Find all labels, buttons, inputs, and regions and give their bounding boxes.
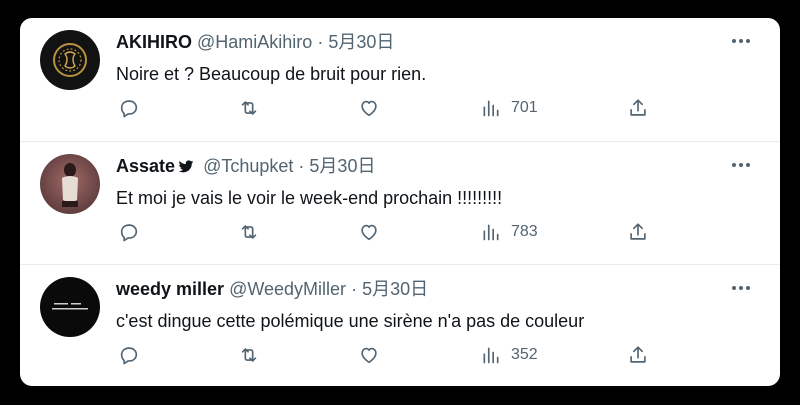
views-button[interactable]: 701 (481, 96, 538, 120)
tweet-item[interactable]: AKIHIRO @HamiAkihiro · 5月30日 Noire et ? … (20, 18, 780, 141)
tweet-header: Assate @Tchupket · 5月30日 (116, 154, 375, 180)
tweet-header: weedy miller @WeedyMiller · 5月30日 (116, 277, 428, 301)
tweet-text: Et moi je vais le voir le week-end proch… (116, 188, 503, 208)
tweet-list: AKIHIRO @HamiAkihiro · 5月30日 Noire et ? … (20, 18, 780, 386)
tweet-date[interactable]: 5月30日 (328, 32, 394, 52)
tweet-actions: 783 (20, 220, 780, 248)
share-icon (630, 346, 646, 363)
reply-button[interactable] (118, 343, 140, 367)
tweet-header: AKIHIRO @HamiAkihiro · 5月30日 (116, 30, 394, 54)
tweet-text: Noire et ? Beaucoup de bruit pour rien. (116, 64, 427, 84)
author-name[interactable]: AKIHIRO (116, 32, 192, 52)
retweet-button[interactable] (237, 343, 261, 367)
retweet-button[interactable] (237, 220, 261, 244)
more-button[interactable] (730, 154, 752, 176)
share-button[interactable] (627, 220, 649, 244)
more-button[interactable] (730, 277, 752, 299)
share-button[interactable] (627, 96, 649, 120)
like-button[interactable] (358, 220, 380, 244)
tweet-date[interactable]: 5月30日 (362, 279, 428, 299)
author-handle[interactable]: @Tchupket (203, 156, 293, 176)
more-icon (732, 163, 750, 167)
avatar[interactable] (40, 277, 100, 337)
separator-dot: · (351, 279, 358, 299)
reply-icon (120, 224, 138, 242)
share-icon (630, 223, 646, 240)
more-icon (732, 39, 750, 43)
avatar[interactable] (40, 154, 100, 214)
avatar-photo (40, 154, 100, 214)
tweet-actions: 352 (20, 343, 780, 371)
retweet-button[interactable] (237, 96, 261, 120)
separator-dot: · (298, 156, 305, 176)
tweet-item[interactable]: Assate @Tchupket · 5月30日 Et moi je vais … (20, 141, 780, 264)
author-handle[interactable]: @HamiAkihiro (197, 32, 312, 52)
separator-dot: · (317, 32, 324, 52)
bird-icon (178, 156, 194, 180)
author-name[interactable]: Assate (116, 156, 175, 176)
tweet-item[interactable]: weedy miller @WeedyMiller · 5月30日 c'est … (20, 264, 780, 386)
like-button[interactable] (358, 343, 380, 367)
tweet-date[interactable]: 5月30日 (309, 156, 375, 176)
more-button[interactable] (730, 30, 752, 52)
reply-button[interactable] (118, 220, 140, 244)
heart-icon (361, 224, 377, 241)
like-button[interactable] (358, 96, 380, 120)
avatar[interactable] (40, 30, 100, 90)
reply-icon (120, 347, 138, 365)
analytics-icon (483, 100, 499, 117)
analytics-icon (483, 224, 499, 241)
retweet-icon (241, 101, 257, 115)
reply-button[interactable] (118, 96, 140, 120)
more-icon (732, 286, 750, 290)
author-handle[interactable]: @WeedyMiller (229, 279, 346, 299)
avatar-logo (40, 30, 100, 90)
tweet-actions: 701 (20, 96, 780, 124)
share-icon (630, 99, 646, 116)
heart-icon (361, 100, 377, 117)
views-button[interactable]: 352 (481, 343, 538, 367)
views-button[interactable]: 783 (481, 220, 538, 244)
heart-icon (361, 347, 377, 364)
views-count: 701 (511, 99, 538, 116)
views-count: 783 (511, 223, 538, 240)
tweet-text: c'est dingue cette polémique une sirène … (116, 311, 585, 331)
analytics-icon (483, 347, 499, 364)
reply-icon (120, 100, 138, 118)
retweet-icon (241, 348, 257, 362)
author-name[interactable]: weedy miller (116, 279, 224, 299)
share-button[interactable] (627, 343, 649, 367)
views-count: 352 (511, 346, 538, 363)
avatar-logo (40, 277, 100, 337)
retweet-icon (241, 225, 257, 239)
